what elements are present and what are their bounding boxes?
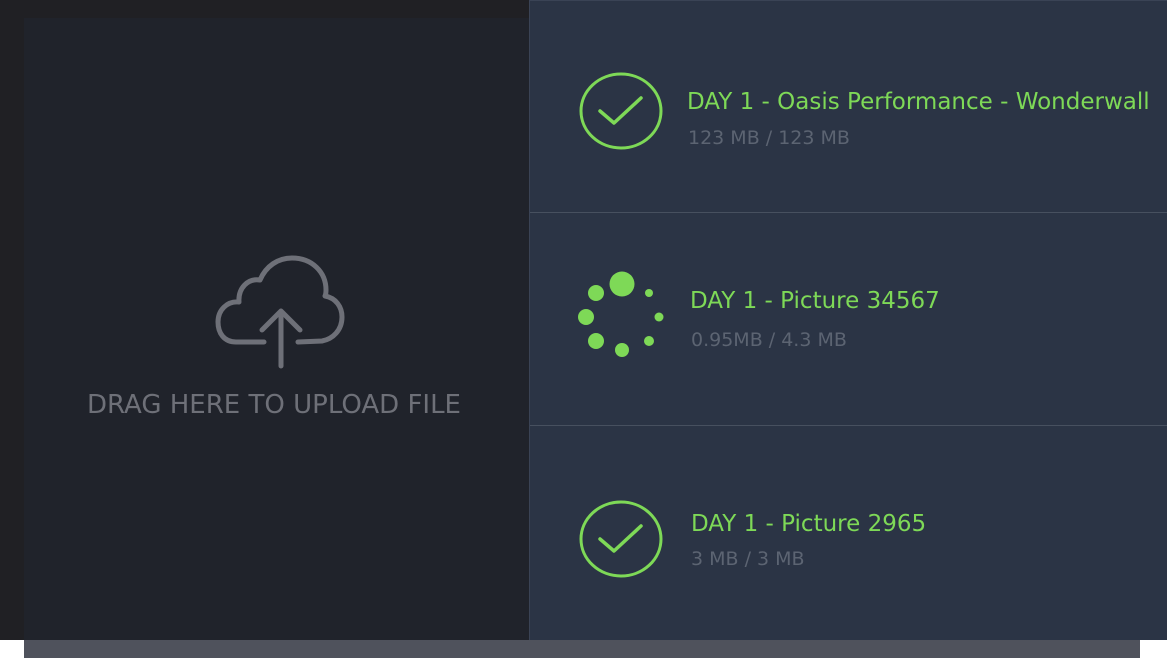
dropzone-label: DRAG HERE TO UPLOAD FILE <box>86 390 461 420</box>
cloud-upload-icon <box>215 255 345 369</box>
upload-item-size: 123 MB / 123 MB <box>688 127 850 149</box>
upload-item[interactable]: DAY 1 - Oasis Performance - Wonderwall 1… <box>530 0 1167 213</box>
spinner-icon <box>578 271 664 357</box>
upload-item-title: DAY 1 - Oasis Performance - Wonderwall <box>687 89 1150 115</box>
upload-widget: DRAG HERE TO UPLOAD FILE DAY 1 - Oasis P… <box>0 0 1167 658</box>
upload-item-title: DAY 1 - Picture 34567 <box>690 288 940 314</box>
upload-item[interactable]: DAY 1 - Picture 2965 3 MB / 3 MB <box>530 426 1167 640</box>
upload-item-title: DAY 1 - Picture 2965 <box>691 511 927 537</box>
upload-list: DAY 1 - Oasis Performance - Wonderwall 1… <box>529 0 1167 640</box>
check-circle-icon <box>579 500 663 578</box>
bottom-bar <box>24 640 1140 658</box>
upload-dropzone[interactable]: DRAG HERE TO UPLOAD FILE <box>24 18 529 640</box>
check-circle-icon <box>579 72 663 150</box>
upload-item[interactable]: DAY 1 - Picture 34567 0.95MB / 4.3 MB <box>530 213 1167 426</box>
upload-item-size: 0.95MB / 4.3 MB <box>691 329 847 351</box>
upload-item-size: 3 MB / 3 MB <box>691 548 805 570</box>
